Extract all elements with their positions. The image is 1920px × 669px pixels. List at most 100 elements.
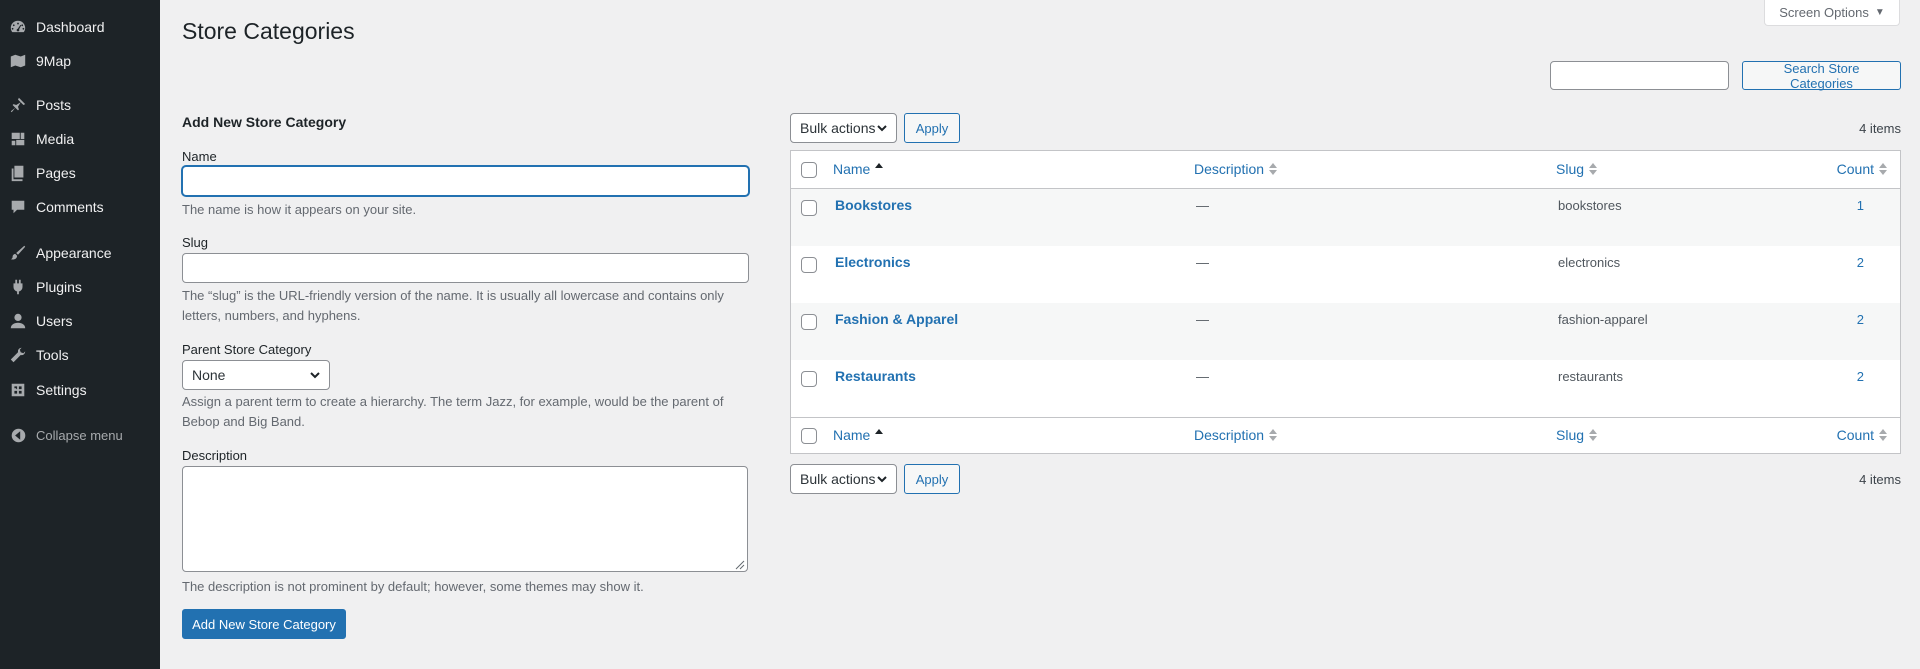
sort-icon	[1269, 163, 1278, 175]
sidebar-item-plugins[interactable]: Plugins	[0, 270, 160, 304]
sidebar-item-label: Appearance	[36, 245, 112, 261]
pin-icon	[0, 88, 36, 122]
slug-help-line-2: letters, numbers, and hyphens.	[182, 308, 361, 323]
term-name-link[interactable]: Fashion & Apparel	[835, 311, 958, 327]
sidebar-item-appearance[interactable]: Appearance	[0, 236, 160, 270]
column-footer-name[interactable]: Name	[833, 427, 884, 443]
sort-ascending-icon	[875, 429, 884, 434]
collapse-menu-button[interactable]: Collapse menu	[0, 418, 160, 452]
slug-input[interactable]	[182, 253, 749, 283]
term-count-link[interactable]: 2	[1857, 369, 1864, 384]
column-footer-count-label: Count	[1836, 427, 1874, 443]
dashboard-icon	[0, 10, 36, 44]
sidebar-item-pages[interactable]: Pages	[0, 156, 160, 190]
add-new-category-button[interactable]: Add New Store Category	[182, 609, 346, 639]
term-slug: electronics	[1558, 255, 1621, 270]
brush-icon	[0, 236, 36, 270]
column-footer-count[interactable]: Count	[1837, 427, 1888, 443]
sidebar-item-tools[interactable]: Tools	[0, 338, 160, 372]
term-name-link[interactable]: Bookstores	[835, 197, 912, 213]
bulk-actions-label: Bulk actions	[800, 471, 876, 487]
term-count-link[interactable]: 1	[1857, 198, 1864, 213]
column-footer-slug[interactable]: Slug	[1556, 427, 1598, 443]
bulk-actions-select-bottom[interactable]: Bulk actions	[790, 464, 897, 494]
table-row: Bookstores — bookstores 1	[791, 189, 1900, 246]
row-checkbox[interactable]	[801, 314, 817, 330]
terms-table: Name Description Slug Count Bookstores —…	[790, 150, 1901, 454]
apply-button-top[interactable]: Apply	[904, 113, 960, 143]
sort-ascending-icon	[875, 163, 884, 168]
row-checkbox[interactable]	[801, 257, 817, 273]
column-header-slug[interactable]: Slug	[1556, 161, 1598, 177]
column-footer-slug-label: Slug	[1556, 427, 1585, 443]
sidebar-item-label: Users	[36, 313, 73, 329]
sort-icon	[1589, 429, 1598, 441]
parent-select[interactable]: None	[182, 360, 330, 390]
sort-icon	[1269, 429, 1278, 441]
term-description: —	[1196, 312, 1209, 327]
column-header-count[interactable]: Count	[1837, 161, 1888, 177]
term-name-link[interactable]: Restaurants	[835, 368, 916, 384]
sidebar-item-9map[interactable]: 9Map	[0, 44, 160, 78]
slug-help-text: The “slug” is the URL-friendly version o…	[182, 286, 742, 326]
sidebar-item-label: Pages	[36, 165, 76, 181]
select-all-checkbox-footer[interactable]	[801, 428, 817, 444]
slug-help-line-1: The “slug” is the URL-friendly version o…	[182, 288, 724, 303]
row-checkbox[interactable]	[801, 371, 817, 387]
term-slug: bookstores	[1558, 198, 1622, 213]
chevron-down-icon	[310, 372, 320, 379]
term-slug: fashion-apparel	[1558, 312, 1648, 327]
apply-button-bottom[interactable]: Apply	[904, 464, 960, 494]
sidebar-item-media[interactable]: Media	[0, 122, 160, 156]
bulk-actions-select-top[interactable]: Bulk actions	[790, 113, 897, 143]
sidebar-item-users[interactable]: Users	[0, 304, 160, 338]
term-description: —	[1196, 198, 1209, 213]
sort-icon	[1879, 163, 1887, 175]
column-header-name[interactable]: Name	[833, 161, 884, 177]
row-checkbox[interactable]	[801, 200, 817, 216]
parent-select-value: None	[192, 367, 226, 383]
bulk-actions-label: Bulk actions	[800, 120, 876, 136]
users-icon	[0, 304, 36, 338]
description-help-text: The description is not prominent by defa…	[182, 579, 644, 594]
term-description: —	[1196, 369, 1209, 384]
select-all-checkbox[interactable]	[801, 162, 817, 178]
term-slug: restaurants	[1558, 369, 1624, 384]
sidebar-item-posts[interactable]: Posts	[0, 88, 160, 122]
chevron-down-icon	[877, 125, 887, 132]
collapse-menu-label: Collapse menu	[36, 427, 123, 443]
column-header-description[interactable]: Description	[1194, 161, 1278, 177]
sidebar-item-comments[interactable]: Comments	[0, 190, 160, 224]
sidebar-item-label: Settings	[36, 382, 87, 398]
parent-help-line-2: Bebop and Big Band.	[182, 414, 305, 429]
table-row: Restaurants — restaurants 2	[791, 360, 1900, 417]
caret-down-icon: ▼	[1874, 7, 1885, 18]
comments-icon	[0, 190, 36, 224]
term-count-link[interactable]: 2	[1857, 312, 1864, 327]
column-header-name-label: Name	[833, 161, 871, 177]
sidebar-item-label: Media	[36, 131, 75, 147]
sidebar-item-settings[interactable]: Settings	[0, 373, 160, 407]
form-heading: Add New Store Category	[182, 114, 347, 130]
chevron-down-icon	[877, 476, 887, 483]
name-input[interactable]	[182, 166, 749, 196]
search-input[interactable]	[1550, 61, 1729, 90]
table-row: Electronics — electronics 2	[791, 246, 1900, 303]
resize-handle-icon[interactable]	[733, 558, 745, 570]
description-textarea[interactable]	[182, 466, 748, 572]
items-count-top: 4 items	[1859, 121, 1901, 136]
column-footer-name-label: Name	[833, 427, 871, 443]
sidebar-item-label: 9Map	[36, 53, 72, 69]
media-icon	[0, 122, 36, 156]
column-footer-description[interactable]: Description	[1194, 427, 1278, 443]
screen-options-button[interactable]: Screen Options ▼	[1764, 0, 1900, 26]
sidebar-item-dashboard[interactable]: Dashboard	[0, 10, 160, 44]
term-name-link[interactable]: Electronics	[835, 254, 910, 270]
sort-icon	[1879, 429, 1887, 441]
column-header-description-label: Description	[1194, 161, 1265, 177]
map-icon	[0, 44, 36, 78]
column-footer-description-label: Description	[1194, 427, 1265, 443]
search-button[interactable]: Search Store Categories	[1742, 61, 1901, 91]
term-count-link[interactable]: 2	[1857, 255, 1864, 270]
description-label: Description	[182, 448, 248, 463]
